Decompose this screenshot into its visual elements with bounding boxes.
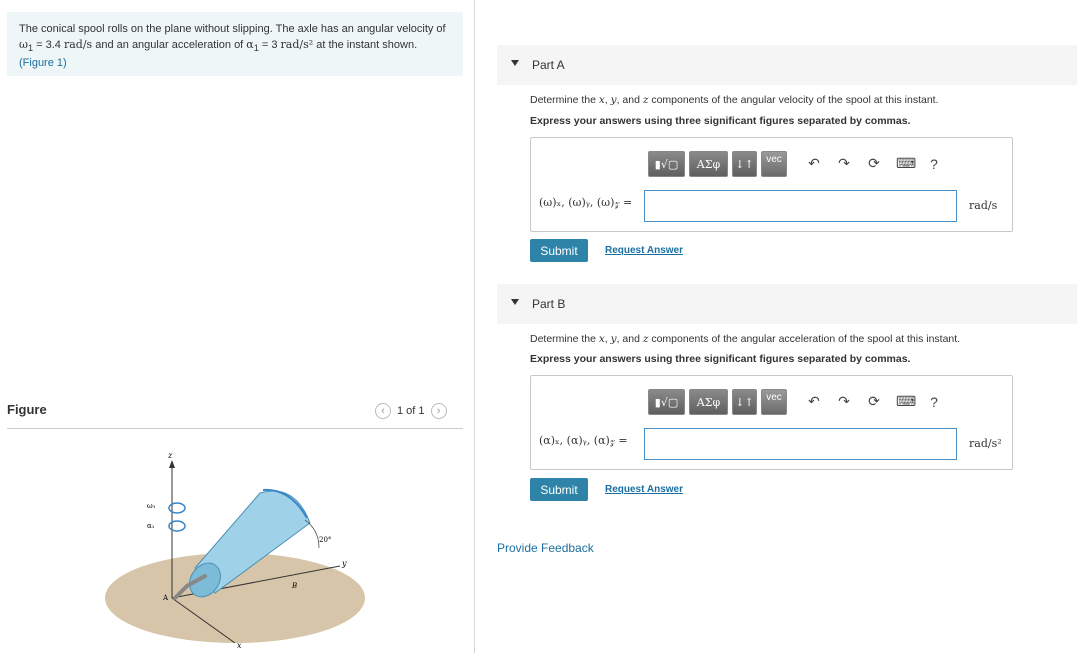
undo-icon[interactable]: ↶ (806, 393, 822, 410)
part-a-unit: rad/s (969, 199, 998, 212)
help-button[interactable]: ? (926, 156, 942, 172)
x-label: x (237, 641, 242, 650)
part-a-answer-input[interactable] (644, 190, 957, 222)
vec-button[interactable]: vec (761, 389, 787, 415)
z-axis-arrow (169, 460, 175, 468)
redo-icon[interactable]: ↷ (836, 155, 852, 172)
part-a-instruction: Express your answers using three signifi… (530, 115, 911, 127)
figure-title: Figure (7, 402, 47, 417)
figure-link[interactable]: (Figure 1) (19, 57, 67, 69)
redo-icon[interactable]: ↷ (836, 393, 852, 410)
next-figure-icon[interactable]: › (430, 403, 447, 419)
part-a-label: Part A (532, 58, 565, 72)
reset-icon[interactable]: ⟳ (866, 155, 882, 172)
point-a-label: A (162, 594, 169, 602)
templates-button[interactable]: ▮√▢ (648, 151, 685, 177)
right-panel: Part A Determine the x, y, and z compone… (475, 0, 1077, 653)
problem-statement: The conical spool rolls on the plane wit… (7, 12, 463, 76)
greek-button[interactable]: ΑΣφ (689, 151, 728, 177)
spool-figure: z y x ω₁ α₁ A B 20° (105, 451, 365, 650)
part-a-answer-label: (ω)ₓ, (ω)ᵧ, (ω)𝓏 = (539, 196, 633, 209)
part-a-request-answer-link[interactable]: Request Answer (605, 245, 683, 256)
templates-button[interactable]: ▮√▢ (648, 389, 685, 415)
part-a-question: Determine the x, y, and z components of … (530, 94, 939, 106)
alpha-label: α₁ (147, 522, 155, 530)
arrows-button[interactable]: ↓↑ (732, 151, 757, 177)
z-label: z (167, 451, 173, 460)
figure-divider (7, 428, 463, 429)
part-a-header[interactable]: Part A (497, 45, 1077, 85)
arrows-button[interactable]: ↓↑ (732, 389, 757, 415)
prev-figure-icon[interactable]: ‹ (375, 403, 391, 419)
part-b-request-answer-link[interactable]: Request Answer (605, 484, 683, 495)
part-b-unit: rad/s² (969, 437, 1002, 450)
collapse-triangle-icon[interactable] (511, 60, 519, 66)
math-toolbar: ▮√▢ ΑΣφ ↓↑ vec (648, 151, 787, 177)
figure-pager: ‹ 1 of 1 › (375, 403, 447, 419)
part-b-header[interactable]: Part B (497, 284, 1077, 324)
part-b-label: Part B (532, 297, 566, 311)
part-a-submit-button[interactable]: Submit (530, 239, 588, 262)
help-button[interactable]: ? (926, 394, 942, 410)
omega-label: ω₁ (147, 502, 156, 510)
left-panel: The conical spool rolls on the plane wit… (0, 0, 474, 653)
edit-tools: ↶ ↷ ⟳ ⌨ ? (806, 393, 942, 410)
math-toolbar: ▮√▢ ΑΣφ ↓↑ vec (648, 389, 787, 415)
part-b-answer-box: ▮√▢ ΑΣφ ↓↑ vec ↶ ↷ ⟳ ⌨ ? (α)ₓ, (α)ᵧ, (α)… (530, 375, 1013, 470)
keyboard-icon[interactable]: ⌨ (896, 393, 916, 410)
part-b-question: Determine the x, y, and z components of … (530, 333, 961, 345)
part-b-submit-button[interactable]: Submit (530, 478, 588, 501)
omega-arrow-icon (168, 502, 186, 514)
reset-icon[interactable]: ⟳ (866, 393, 882, 410)
pager-text: 1 of 1 (397, 405, 425, 417)
vec-button[interactable]: vec (761, 151, 787, 177)
point-b-label: B (291, 582, 297, 590)
part-b-answer-label: (α)ₓ, (α)ᵧ, (α)𝓏 = (539, 434, 628, 447)
undo-icon[interactable]: ↶ (806, 155, 822, 172)
greek-button[interactable]: ΑΣφ (689, 389, 728, 415)
part-b-answer-input[interactable] (644, 428, 957, 460)
problem-line-1: The conical spool rolls on the plane wit… (19, 23, 446, 35)
provide-feedback-link[interactable]: Provide Feedback (497, 541, 594, 555)
edit-tools: ↶ ↷ ⟳ ⌨ ? (806, 155, 942, 172)
part-a-answer-box: ▮√▢ ΑΣφ ↓↑ vec ↶ ↷ ⟳ ⌨ ? (ω)ₓ, (ω)ᵧ, (ω)… (530, 137, 1013, 232)
problem-line-2: ω1 = 3.4 rad/s and an angular accelerati… (19, 38, 418, 54)
keyboard-icon[interactable]: ⌨ (896, 155, 916, 172)
y-label: y (341, 559, 347, 568)
alpha-arrow-icon (168, 520, 186, 532)
part-b-instruction: Express your answers using three signifi… (530, 353, 911, 365)
angle-label: 20° (319, 536, 331, 544)
collapse-triangle-icon[interactable] (511, 299, 519, 305)
